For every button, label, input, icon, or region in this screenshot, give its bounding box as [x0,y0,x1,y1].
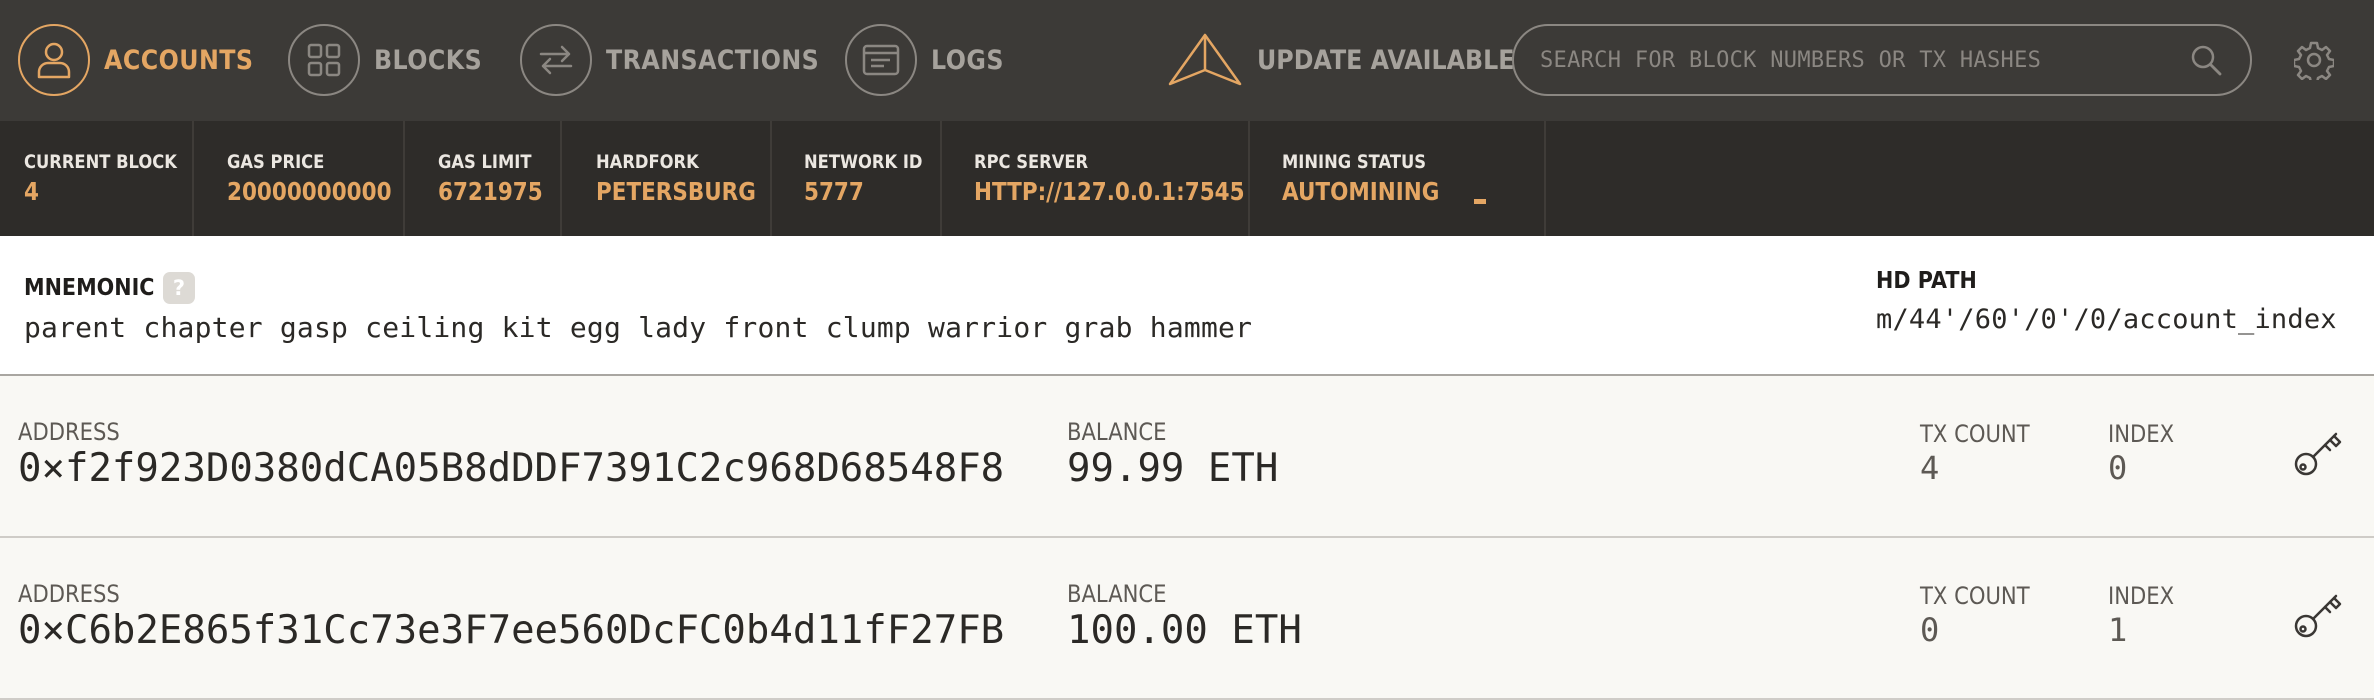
stat-hardfork: HARDFORK PETERSBURG [572,121,772,236]
top-navigation: ACCOUNTS BLOCKS TRANSACTIONS LOGS UPDATE… [0,0,2374,121]
help-icon[interactable]: ? [162,272,195,304]
stat-network-id: NETWORK ID 5777 [780,121,942,236]
nav-blocks-label: BLOCKS [374,44,483,76]
nav-logs[interactable]: LOGS [845,24,1014,96]
stat-gas-price: GAS PRICE 20000000000 [203,121,405,236]
index-label: INDEX [2108,582,2175,610]
account-address: 0×f2f923D0380dCA05B8dDDF7391C2c968D68548… [18,446,1005,491]
mnemonic-label: MNEMONIC [24,275,155,301]
tx-count-label: TX COUNT [1920,420,2030,448]
stat-value: 6721975 [438,177,543,206]
account-icon [18,24,90,96]
stat-label: GAS PRICE [227,151,325,173]
account-tx-count: 4 [1920,449,1940,487]
blocks-icon [288,24,360,96]
key-icon[interactable] [2290,424,2346,480]
tx-count-label: TX COUNT [1920,582,2030,610]
account-address: 0×C6b2E865f31Cc73e3F7ee560DcFC0b4d11fF27… [18,608,1005,653]
update-available-button[interactable]: UPDATE AVAILABLE [1167,30,1550,90]
mnemonic-panel: MNEMONIC ? parent chapter gasp ceiling k… [0,236,2374,376]
search-bar [1512,24,2252,96]
mnemonic-title: MNEMONIC ? [24,272,201,304]
mining-spinner [1474,199,1486,204]
stat-value: 5777 [804,177,864,206]
stat-label: GAS LIMIT [438,151,532,173]
address-label: ADDRESS [18,418,120,446]
stat-gas-limit: GAS LIMIT 6721975 [414,121,562,236]
update-available-label: UPDATE AVAILABLE [1257,44,1515,76]
transactions-icon [520,24,592,96]
hd-path-value: m/44'/60'/0'/0/account_index [1876,304,2337,335]
settings-gear-icon[interactable] [2292,38,2336,82]
nav-logs-label: LOGS [931,44,1004,76]
stat-label: NETWORK ID [804,151,923,173]
stat-mining-status: MINING STATUS AUTOMINING [1258,121,1546,236]
stat-label: MINING STATUS [1282,151,1427,173]
account-row: ADDRESS 0×C6b2E865f31Cc73e3F7ee560DcFC0b… [0,538,2374,700]
stat-rpc-server: RPC SERVER HTTP://127.0.0.1:7545 [950,121,1250,236]
stat-value: HTTP://127.0.0.1:7545 [974,177,1245,206]
account-index: 1 [2108,611,2128,649]
stat-label: HARDFORK [596,151,699,173]
stat-value: 20000000000 [227,177,392,206]
nav-transactions[interactable]: TRANSACTIONS [520,24,848,96]
search-icon[interactable] [2186,40,2226,80]
stat-value: 4 [24,177,39,206]
key-icon[interactable] [2290,586,2346,642]
balance-label: BALANCE [1067,418,1167,446]
nav-blocks[interactable]: BLOCKS [288,24,497,96]
stat-value: PETERSBURG [596,177,756,206]
hd-path-label: HD PATH [1876,268,1977,294]
account-row: ADDRESS 0×f2f923D0380dCA05B8dDDF7391C2c9… [0,376,2374,538]
address-label: ADDRESS [18,580,120,608]
nav-transactions-label: TRANSACTIONS [606,44,820,76]
account-balance: 99.99 ETH [1067,446,1279,491]
index-label: INDEX [2108,420,2175,448]
mnemonic-phrase: parent chapter gasp ceiling kit egg lady… [24,311,1253,344]
nav-accounts[interactable]: ACCOUNTS [18,24,274,96]
stat-label: RPC SERVER [974,151,1089,173]
nav-accounts-label: ACCOUNTS [104,44,254,76]
account-balance: 100.00 ETH [1067,608,1302,653]
search-input[interactable] [1540,47,2186,73]
logs-icon [845,24,917,96]
stat-current-block: CURRENT BLOCK 4 [0,121,194,236]
update-icon [1168,33,1242,86]
balance-label: BALANCE [1067,580,1167,608]
stat-label: CURRENT BLOCK [24,151,177,173]
status-bar: CURRENT BLOCK 4 GAS PRICE 20000000000 GA… [0,121,2374,236]
account-index: 0 [2108,449,2128,487]
account-tx-count: 0 [1920,611,1940,649]
